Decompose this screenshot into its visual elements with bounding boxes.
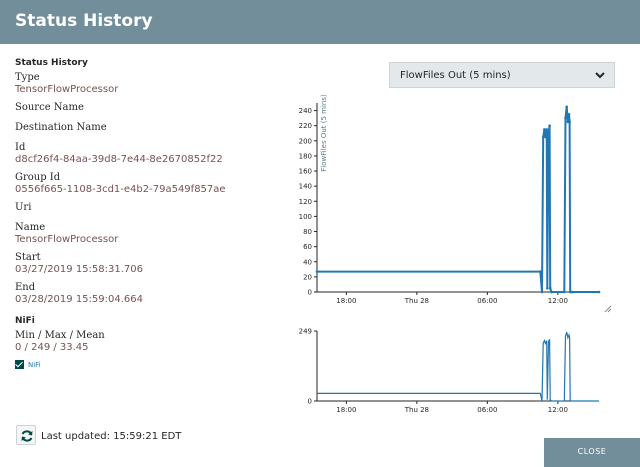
series-line [317, 331, 599, 402]
data-point [544, 135, 547, 139]
data-point [541, 135, 545, 139]
destination-name-label: Destination Name [15, 122, 107, 133]
data-point [548, 124, 551, 127]
details-section-title: Status History [15, 58, 88, 68]
close-button[interactable]: CLOSE [544, 438, 640, 467]
y-tick-label: 220 [299, 122, 312, 130]
x-tick-label: Thu 28 [404, 297, 429, 305]
y-axis-label: FlowFiles Out (5 mins) [320, 95, 328, 172]
x-tick-label: 12:00 [548, 297, 568, 305]
y-tick-label: 0 [308, 289, 312, 297]
y-tick-label: 240 [299, 107, 312, 115]
nifi-section-title: NiFi [15, 316, 35, 326]
y-tick-label: 100 [299, 213, 312, 221]
data-point [563, 290, 566, 294]
data-point [567, 113, 571, 116]
last-updated-label: Last updated: [41, 431, 110, 442]
id-label: Id [15, 142, 26, 153]
min-max-mean-value: 0 / 249 / 33.45 [15, 342, 89, 353]
data-point [548, 286, 552, 290]
source-name-label: Source Name [15, 102, 84, 113]
y-tick-label: 0 [308, 398, 312, 406]
refresh-icon [21, 430, 33, 442]
x-tick-label: 18:00 [336, 297, 356, 305]
chevron-down-icon [595, 72, 605, 79]
nifi-legend-label: NiFi [28, 360, 41, 369]
x-tick-label: 06:00 [477, 297, 497, 305]
name-label: Name [15, 222, 46, 233]
data-point [565, 105, 568, 109]
data-point [570, 290, 574, 294]
data-point [546, 286, 549, 290]
nifi-legend-item[interactable]: NiFi [15, 360, 275, 369]
series-line [317, 106, 599, 293]
start-label: Start [15, 252, 41, 263]
data-point [540, 290, 544, 294]
status-details-panel: Status History Type TensorFlowProcessor … [15, 58, 275, 369]
x-tick-label: 12:00 [548, 406, 568, 414]
nifi-legend-checkbox[interactable] [15, 360, 24, 369]
dialog-header: Status History [0, 0, 640, 44]
end-value: 03/28/2019 15:59:04.664 [15, 294, 143, 305]
min-max-mean-label: Min / Max / Mean [15, 330, 105, 341]
end-label: End [15, 282, 36, 293]
data-point [543, 128, 546, 131]
start-value: 03/27/2019 15:58:31.706 [15, 264, 143, 275]
metric-select[interactable]: FlowFiles Out (5 mins) [389, 62, 615, 88]
type-label: Type [15, 72, 40, 83]
uri-label: Uri [15, 202, 32, 213]
data-point [538, 270, 542, 273]
data-point [550, 290, 554, 294]
data-point [547, 131, 550, 135]
y-tick-label: 249 [299, 328, 312, 336]
y-tick-label: 140 [299, 183, 312, 191]
group-id-label: Group Id [15, 172, 61, 183]
x-tick-label: 18:00 [336, 406, 356, 414]
resize-handle-icon[interactable] [604, 305, 612, 313]
name-value: TensorFlowProcessor [15, 234, 119, 245]
x-tick-label: Thu 28 [404, 406, 429, 414]
last-updated-value: 15:59:21 EDT [113, 431, 182, 442]
detail-chart[interactable]: 0 20 40 60 80 100 120 140 160 180 200 220 240 18:00 Th… [285, 95, 620, 315]
type-value: TensorFlowProcessor [15, 84, 119, 95]
metric-select-value: FlowFiles Out (5 mins) [400, 70, 511, 81]
data-point [545, 128, 549, 131]
y-tick-label: 160 [299, 168, 312, 176]
data-point [564, 116, 567, 120]
y-tick-label: 60 [303, 243, 312, 251]
last-updated: Last updated: 15:59:21 EDT [41, 431, 181, 442]
y-tick-label: 20 [303, 273, 312, 281]
x-tick-label: 06:00 [477, 406, 497, 414]
overview-chart[interactable]: 0 249 18:00 Thu 28 06:00 12:00 [285, 323, 620, 418]
data-point [315, 270, 319, 273]
y-tick-label: 40 [303, 258, 312, 266]
close-button-label: CLOSE [577, 447, 607, 456]
dialog-title: Status History [15, 11, 153, 31]
y-tick-label: 80 [303, 228, 312, 236]
id-value: d8cf26f4-84aa-39d8-7e44-8e2670852f22 [15, 154, 223, 165]
y-tick-label: 180 [299, 152, 312, 160]
y-tick-label: 200 [299, 137, 312, 145]
data-point [597, 290, 601, 294]
refresh-button[interactable] [16, 425, 36, 445]
y-tick-label: 120 [299, 198, 312, 206]
group-id-value: 0556f665-1108-3cd1-e4b2-79a549f857ae [15, 184, 226, 195]
data-point [568, 120, 571, 124]
